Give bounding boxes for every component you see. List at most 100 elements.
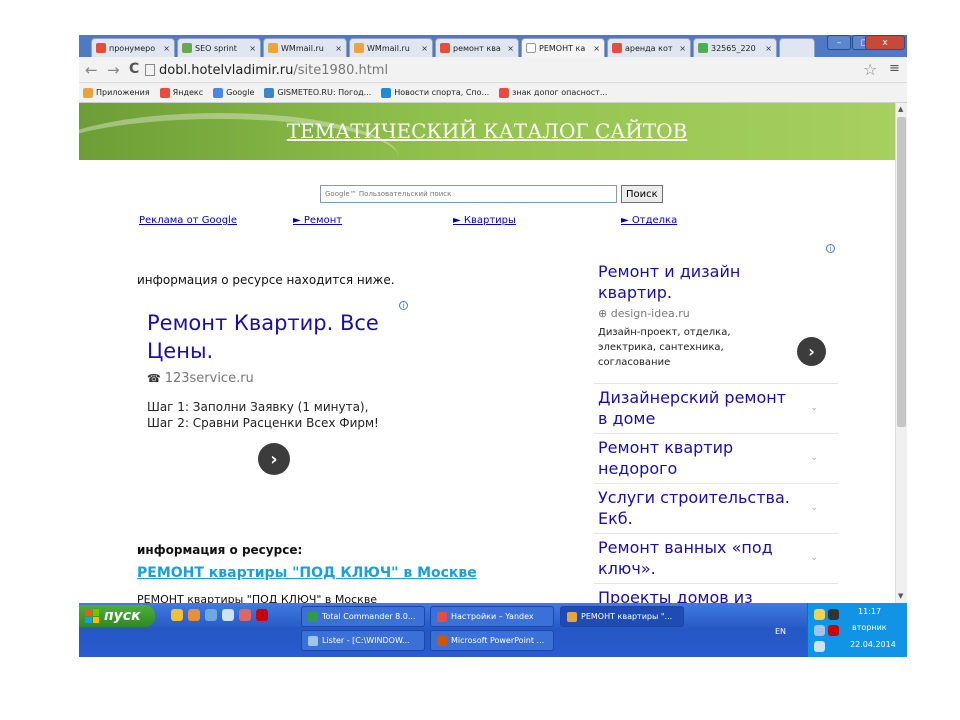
minimize-button[interactable]: – [827, 35, 851, 50]
reload-icon[interactable]: C [129, 61, 139, 77]
tab-1[interactable]: SEO sprint × [177, 38, 261, 57]
ad-title-link[interactable]: Ремонт ванных «под ключ». [598, 537, 798, 579]
ad-title-link[interactable]: Ремонт и дизайн квартир. [598, 261, 788, 303]
image-icon [698, 43, 708, 53]
back-arrow-icon[interactable]: ← [85, 61, 98, 79]
antivirus-icon[interactable] [828, 625, 839, 636]
scrollbar-thumb[interactable] [897, 117, 906, 427]
right-ad-item[interactable]: Проекты домов из [594, 583, 838, 603]
ie-icon[interactable] [205, 609, 217, 621]
tab-close-icon[interactable]: × [421, 44, 428, 53]
ad-title-link[interactable]: Дизайнерский ремонт в доме [598, 387, 798, 429]
language-indicator[interactable]: EN [775, 627, 786, 636]
bookmark-sport[interactable]: Новости спорта, Спо... [381, 87, 489, 98]
task-lister[interactable]: Lister - [C:\WINDOW... [301, 630, 425, 651]
chevron-down-icon: ⌄ [810, 553, 818, 563]
tab-4[interactable]: ремонт ква × [435, 38, 519, 57]
adchoices-icon[interactable]: i [826, 244, 835, 253]
google-icon [213, 87, 224, 98]
tray-icon[interactable] [814, 609, 825, 620]
ad-title-link[interactable]: Ремонт квартир недорого [598, 437, 798, 479]
bookmark-star-icon[interactable]: ☆ [863, 60, 877, 79]
ad-url[interactable]: ☎ 123service.ru [147, 371, 254, 386]
menu-icon[interactable]: ≡ [889, 61, 900, 76]
resource-note: информация о ресурсе находится ниже. [137, 273, 395, 287]
custom-search: Поиск [320, 185, 663, 203]
apartments-link[interactable]: ► Квартиры [453, 215, 516, 226]
right-ad-item[interactable]: Ремонт ванных «под ключ». ⌄ [594, 533, 838, 583]
desktop-icon[interactable] [222, 609, 234, 621]
tab-close-icon[interactable]: × [679, 44, 686, 53]
bookmark-apps[interactable]: Приложения [83, 87, 150, 98]
tab-close-icon[interactable]: × [249, 44, 256, 53]
tab-5-active[interactable]: РЕМОНТ ка × [521, 38, 605, 57]
ad-title-link[interactable]: Проекты домов из [598, 587, 798, 603]
ad-url[interactable]: ⊕ design-idea.ru [598, 307, 690, 320]
tray-icon[interactable] [814, 625, 825, 636]
forward-arrow-icon[interactable]: → [107, 61, 120, 79]
right-ad-item[interactable]: Услуги строительства. Екб. ⌄ [594, 483, 838, 533]
ad-description: Шаг 1: Заполни Заявку (1 минута), Шаг 2:… [147, 399, 427, 431]
scroll-up-arrow-icon[interactable]: ▲ [898, 105, 903, 113]
task-chrome-active[interactable]: РЕМОНТ квартиры "... [560, 606, 684, 627]
ad-line: Шаг 2: Сравни Расценки Всех Фирм! [147, 416, 379, 430]
banner-title-link[interactable]: ТЕМАТИЧЕСКИЙ КАТАЛОГ САЙТОВ [79, 119, 895, 143]
tab-2[interactable]: WMmail.ru × [263, 38, 347, 57]
ad-title-link[interactable]: Ремонт Квартир. Все Цены. [147, 309, 409, 365]
search-button[interactable]: Поиск [621, 185, 663, 203]
ad-arrow-icon[interactable]: › [258, 443, 290, 475]
bookmarks-bar: Приложения Яндекс Google GISMETEO.RU: По… [79, 83, 907, 103]
tab-7[interactable]: 32565_220 × [693, 38, 777, 57]
yandex-browser-icon[interactable] [256, 609, 268, 621]
bookmark-danger[interactable]: знак допог опасност... [499, 87, 607, 98]
right-ad-item[interactable]: Ремонт квартир недорого ⌄ [594, 433, 838, 483]
quick-launch-icon[interactable] [171, 609, 183, 621]
start-label: пуск [104, 608, 141, 624]
finishing-link[interactable]: ► Отделка [621, 215, 677, 226]
ads-by-google-link[interactable]: Реклама от Google [139, 215, 237, 226]
close-window-button[interactable]: x [865, 35, 905, 50]
sport-news-icon [381, 87, 392, 98]
tab-close-icon[interactable]: × [593, 44, 600, 53]
tab-3[interactable]: WMmail.ru × [349, 38, 433, 57]
address-bar[interactable]: dobl.hotelvladimir.ru/site1980.html [145, 60, 855, 80]
network-icon[interactable] [814, 641, 825, 652]
tab-close-icon[interactable]: × [507, 44, 514, 53]
bookmark-yandex[interactable]: Яндекс [159, 87, 204, 98]
ad-url-text: design-idea.ru [610, 307, 690, 320]
url-path: /site1980.html [293, 62, 389, 78]
start-button[interactable]: пуск [79, 605, 155, 627]
quick-launch-icon[interactable] [239, 609, 251, 621]
tab-0[interactable]: пронумеро × [91, 38, 175, 57]
resource-title-link[interactable]: РЕМОНТ квартиры "ПОД КЛЮЧ" в Москве [137, 565, 477, 581]
task-yandex-settings[interactable]: Настройки – Yandex [430, 606, 554, 627]
right-ad-item[interactable]: Дизайнерский ремонт в доме ⌄ [594, 383, 838, 433]
tab-close-icon[interactable]: × [335, 44, 342, 53]
clock-time[interactable]: 11:17 [858, 607, 881, 616]
ad-arrow-icon[interactable]: › [797, 337, 826, 366]
task-powerpoint[interactable]: Microsoft PowerPoint ... [430, 630, 554, 651]
chevron-down-icon: ⌄ [810, 503, 818, 513]
tab-6[interactable]: аренда кот × [607, 38, 691, 57]
quick-launch-icon[interactable] [188, 609, 200, 621]
bookmark-gismeteo[interactable]: GISMETEO.RU: Погод... [264, 87, 371, 98]
search-input[interactable] [320, 185, 617, 203]
tab-close-icon[interactable]: × [163, 44, 170, 53]
task-total-commander[interactable]: Total Commander 8.0... [301, 606, 425, 627]
tab-close-icon[interactable]: × [765, 44, 772, 53]
bookmark-label: Яндекс [172, 88, 204, 97]
yandex-icon [440, 43, 450, 53]
right-ad-first[interactable]: Ремонт и дизайн квартир. ⊕ design-idea.r… [594, 261, 838, 383]
yandex-icon [499, 87, 510, 98]
volume-icon[interactable] [828, 609, 839, 620]
new-tab-button[interactable] [779, 38, 815, 57]
bookmark-google[interactable]: Google [213, 87, 254, 98]
page-scrollbar[interactable]: ▲ ▼ [895, 103, 907, 603]
ad-title-link[interactable]: Услуги строительства. Екб. [598, 487, 798, 529]
page-content: ТЕМАТИЧЕСКИЙ КАТАЛОГ САЙТОВ Поиск Реклам… [79, 103, 895, 603]
phone-icon: ☎ [147, 372, 161, 385]
scroll-down-arrow-icon[interactable]: ▼ [898, 592, 903, 600]
lister-icon [308, 635, 318, 646]
browser-toolbar: ← → C dobl.hotelvladimir.ru/site1980.htm… [79, 57, 907, 83]
repair-link[interactable]: ► Ремонт [293, 215, 342, 226]
